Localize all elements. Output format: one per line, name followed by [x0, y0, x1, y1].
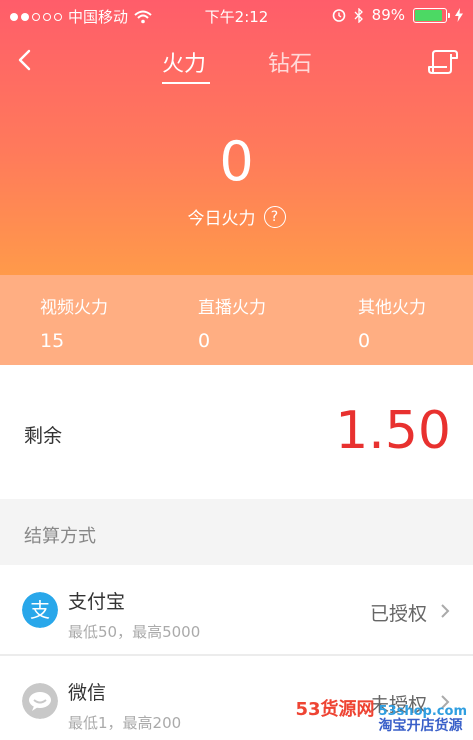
battery-icon — [413, 7, 450, 23]
active-tab-indicator — [162, 82, 210, 84]
today-firepower-label: 今日火力 — [187, 209, 256, 229]
payment-limit: 最低50，最高5000 — [68, 623, 201, 641]
watermark-brand: 53货源网 — [295, 699, 375, 720]
wechat-icon — [22, 683, 58, 719]
balance-row: 剩余 1.50 — [0, 365, 473, 499]
watermark-slogan: 淘宝开店货源 — [378, 718, 463, 734]
balance-label: 剩余 — [24, 425, 63, 447]
stat-video: 视频火力 15 — [40, 293, 108, 352]
watermark: 53货源网 53shop.com 淘宝开店货源 — [295, 695, 467, 734]
today-firepower-value: 0 — [219, 130, 254, 193]
payment-name: 支付宝 — [68, 591, 126, 613]
stat-label: 视频火力 — [40, 298, 108, 318]
payment-status: 已授权 — [369, 603, 427, 625]
bluetooth-icon — [354, 7, 363, 23]
today-firepower-row: 今日火力 ? — [0, 204, 473, 229]
charging-icon — [455, 8, 463, 22]
nav-bar: 火力 钻石 — [0, 38, 473, 88]
balance-value: 1.50 — [335, 401, 451, 461]
alipay-icon: 支 — [22, 592, 58, 628]
watermark-domain: 53shop.com — [378, 704, 467, 719]
stat-other: 其他火力 0 — [358, 293, 426, 352]
svg-text:支: 支 — [30, 598, 50, 622]
payment-method-alipay[interactable]: 支 支付宝 最低50，最高5000 已授权 — [0, 565, 473, 655]
payment-limit: 最低1，最高200 — [68, 714, 182, 732]
chevron-right-icon — [441, 604, 450, 618]
stat-label: 直播火力 — [198, 298, 266, 318]
hero-header: 中国移动 下午2:12 89% 火力 钻石 0 今日火力 ? — [0, 0, 473, 275]
payment-name: 微信 — [68, 682, 107, 704]
status-bar: 中国移动 下午2:12 89% — [0, 0, 473, 30]
stat-live: 直播火力 0 — [198, 293, 266, 352]
firepower-stats: 视频火力 15 直播火力 0 其他火力 0 — [0, 275, 473, 365]
alarm-icon — [332, 9, 345, 22]
tab-huoli[interactable]: 火力 — [162, 46, 206, 78]
back-arrow-icon[interactable] — [14, 48, 38, 72]
stat-value: 15 — [40, 330, 65, 352]
settlement-title: 结算方式 — [24, 526, 96, 547]
help-icon[interactable]: ? — [263, 205, 286, 228]
stat-value: 0 — [358, 330, 371, 352]
tab-zuanshi[interactable]: 钻石 — [268, 46, 312, 78]
battery-percent: 89% — [371, 6, 405, 24]
record-scroll-icon[interactable] — [427, 48, 459, 76]
stat-value: 0 — [198, 330, 211, 352]
stat-label: 其他火力 — [358, 298, 426, 318]
